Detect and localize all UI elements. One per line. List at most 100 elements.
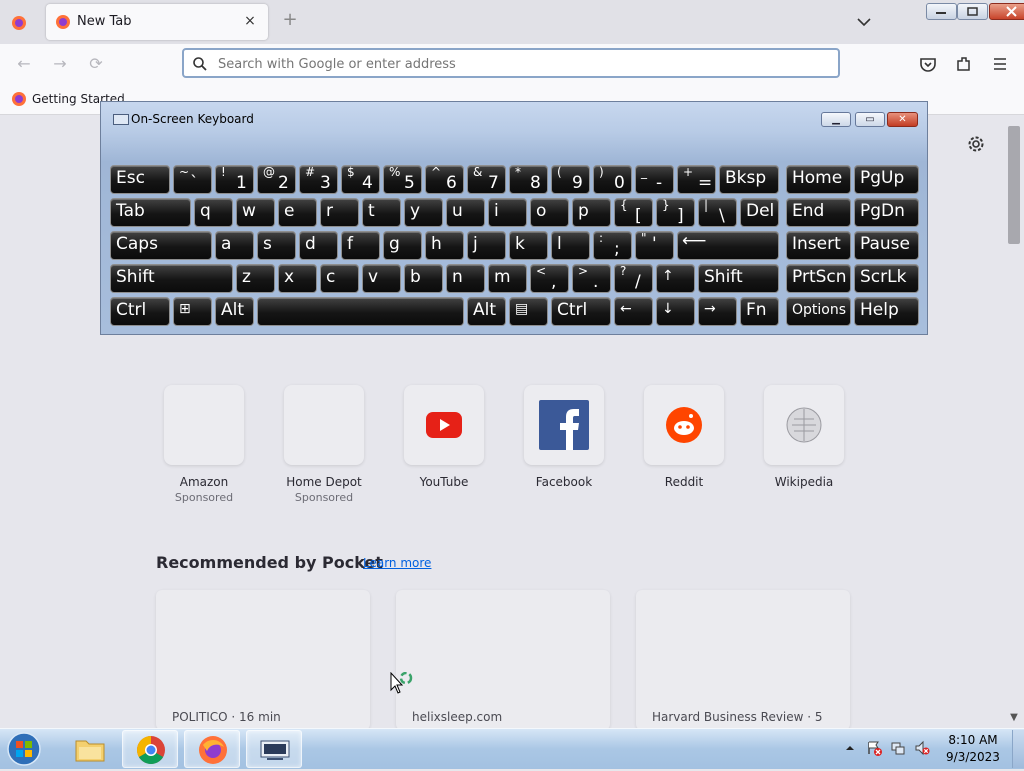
key-i[interactable]: i: [488, 198, 527, 227]
window-close-button[interactable]: [989, 3, 1024, 20]
key-2[interactable]: @2: [257, 165, 296, 194]
key-v[interactable]: v: [362, 264, 401, 293]
scroll-down-icon[interactable]: ▼: [1008, 712, 1020, 724]
clock-date[interactable]: 9/3/2023: [942, 750, 1004, 764]
key-6[interactable]: ^ 6: [425, 165, 464, 194]
key-insert[interactable]: Insert: [786, 231, 851, 260]
key-backslash[interactable]: | \: [698, 198, 737, 227]
key-l[interactable]: l: [551, 231, 590, 260]
on-screen-keyboard-taskbar-button[interactable]: [246, 730, 302, 768]
window-maximize-button[interactable]: [957, 3, 988, 20]
action-center-icon[interactable]: [866, 740, 882, 756]
key-alt-right[interactable]: Alt: [467, 297, 506, 326]
key-period[interactable]: >.: [572, 264, 611, 293]
key-b[interactable]: b: [404, 264, 443, 293]
key-backspace[interactable]: Bksp: [719, 165, 779, 194]
key-tab[interactable]: Tab: [110, 198, 191, 227]
reload-icon[interactable]: ⟳: [86, 54, 106, 74]
key-enter[interactable]: ⟵: [677, 231, 779, 260]
menu-icon[interactable]: [990, 54, 1010, 74]
key-8[interactable]: * 8: [509, 165, 548, 194]
osk-titlebar[interactable]: On-Screen Keyboard ▁ ▭ ✕: [101, 102, 927, 132]
key-left-arrow[interactable]: ←: [614, 297, 653, 326]
key-pause[interactable]: Pause: [854, 231, 919, 260]
start-button[interactable]: [4, 730, 44, 768]
key-caps[interactable]: Caps: [110, 231, 212, 260]
key-g[interactable]: g: [383, 231, 422, 260]
key-minus[interactable]: _ -: [635, 165, 674, 194]
key-comma[interactable]: <,: [530, 264, 569, 293]
chrome-taskbar-button[interactable]: [122, 730, 178, 768]
scrollbar-thumb[interactable]: [1008, 126, 1020, 244]
new-tab-button[interactable]: +: [280, 10, 300, 30]
key-pgdn[interactable]: PgDn: [854, 198, 919, 227]
pocket-card[interactable]: Harvard Business Review · 5: [636, 590, 850, 730]
key-f[interactable]: f: [341, 231, 380, 260]
key-4[interactable]: $4: [341, 165, 380, 194]
key-fn[interactable]: Fn: [740, 297, 779, 326]
key-9[interactable]: (9: [551, 165, 590, 194]
key-tilde[interactable]: ~ `: [173, 165, 212, 194]
key-h[interactable]: h: [425, 231, 464, 260]
show-desktop-button[interactable]: [1012, 730, 1024, 768]
osk-restore-button[interactable]: ▭: [855, 112, 885, 127]
key-prtscn[interactable]: PrtScn: [786, 264, 851, 293]
osk-minimize-button[interactable]: ▁: [821, 112, 851, 127]
key-up-arrow[interactable]: ↑: [656, 264, 695, 293]
key-o[interactable]: o: [530, 198, 569, 227]
key-help[interactable]: Help: [854, 297, 919, 326]
osk-close-button[interactable]: ✕: [887, 112, 918, 127]
key-t[interactable]: t: [362, 198, 401, 227]
key-j[interactable]: j: [467, 231, 506, 260]
key-slash[interactable]: ? /: [614, 264, 653, 293]
key-a[interactable]: a: [215, 231, 254, 260]
pocket-icon[interactable]: [918, 54, 938, 74]
key-7[interactable]: & 7: [467, 165, 506, 194]
top-site-youtube[interactable]: [404, 385, 484, 465]
key-pgup[interactable]: PgUp: [854, 165, 919, 194]
top-site-home-depot[interactable]: [284, 385, 364, 465]
key-w[interactable]: w: [236, 198, 275, 227]
key-semicolon[interactable]: :;: [593, 231, 632, 260]
key-equals[interactable]: + =: [677, 165, 716, 194]
key-y[interactable]: y: [404, 198, 443, 227]
pocket-card[interactable]: helixsleep.com: [396, 590, 610, 730]
key-shift-left[interactable]: Shift: [110, 264, 233, 293]
key-windows[interactable]: ⊞: [173, 297, 212, 326]
top-site-wikipedia[interactable]: [764, 385, 844, 465]
address-bar[interactable]: [182, 48, 840, 78]
key-options[interactable]: Options: [786, 297, 851, 326]
key-k[interactable]: k: [509, 231, 548, 260]
key-m[interactable]: m: [488, 264, 527, 293]
key-shift-right[interactable]: Shift: [698, 264, 779, 293]
key-c[interactable]: c: [320, 264, 359, 293]
volume-muted-icon[interactable]: [914, 740, 930, 756]
list-all-tabs-icon[interactable]: [852, 12, 876, 32]
key-menu[interactable]: ▤: [509, 297, 548, 326]
key-q[interactable]: q: [194, 198, 233, 227]
top-site-facebook[interactable]: [524, 385, 604, 465]
firefox-view-icon[interactable]: [8, 12, 30, 34]
key-end[interactable]: End: [786, 198, 851, 227]
key-right-bracket[interactable]: }]: [656, 198, 695, 227]
gear-icon[interactable]: [966, 134, 986, 154]
key-u[interactable]: u: [446, 198, 485, 227]
show-hidden-icons-icon[interactable]: [844, 742, 856, 754]
key-down-arrow[interactable]: ↓: [656, 297, 695, 326]
key-quote[interactable]: " ': [635, 231, 674, 260]
learn-more-link[interactable]: Learn more: [363, 556, 431, 570]
key-esc[interactable]: Esc: [110, 165, 170, 194]
forward-icon[interactable]: →: [50, 54, 70, 74]
extensions-icon[interactable]: [954, 54, 974, 74]
key-3[interactable]: #3: [299, 165, 338, 194]
key-x[interactable]: x: [278, 264, 317, 293]
key-home[interactable]: Home: [786, 165, 851, 194]
key-s[interactable]: s: [257, 231, 296, 260]
key-z[interactable]: z: [236, 264, 275, 293]
clock-time[interactable]: 8:10 AM: [942, 733, 1004, 747]
network-icon[interactable]: [890, 740, 906, 756]
top-site-amazon[interactable]: [164, 385, 244, 465]
key-alt-left[interactable]: Alt: [215, 297, 254, 326]
window-minimize-button[interactable]: [926, 3, 957, 20]
tab-new-tab[interactable]: New Tab ×: [46, 4, 268, 40]
